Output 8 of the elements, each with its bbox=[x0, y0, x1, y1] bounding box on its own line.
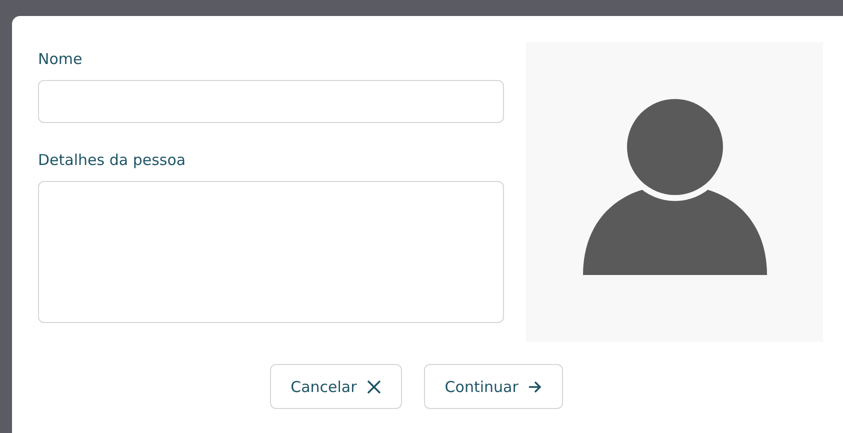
arrow-right-icon bbox=[528, 380, 542, 394]
field-label: Nome bbox=[38, 50, 84, 68]
name-field[interactable] bbox=[38, 80, 504, 123]
close-icon bbox=[366, 380, 381, 394]
details-field[interactable] bbox=[38, 181, 504, 323]
continue-button[interactable]: Continuar bbox=[424, 364, 564, 409]
field-label: Detalhes da pessoa bbox=[38, 151, 187, 169]
cancel-button[interactable]: Cancelar bbox=[270, 364, 402, 409]
